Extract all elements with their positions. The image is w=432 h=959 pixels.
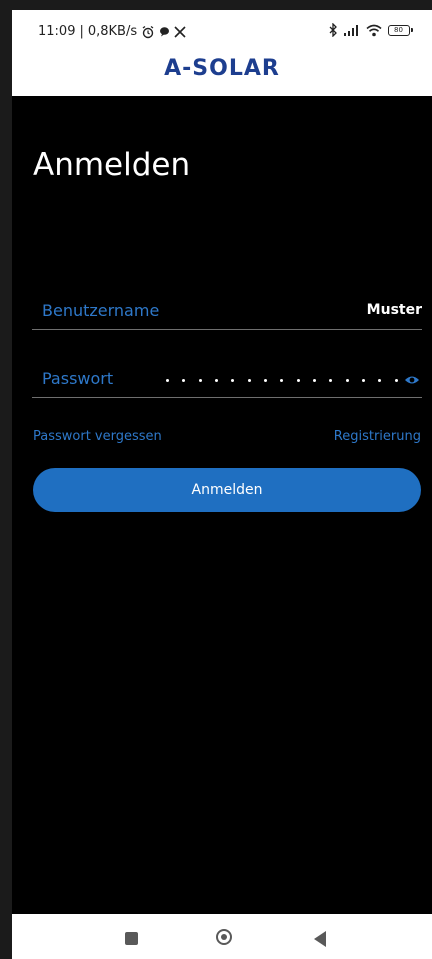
battery-level: 80 bbox=[394, 25, 403, 34]
status-separator: | bbox=[79, 24, 84, 39]
recent-apps-icon[interactable] bbox=[125, 932, 138, 945]
password-dot bbox=[231, 378, 235, 382]
system-nav-bar bbox=[12, 914, 432, 959]
back-icon[interactable] bbox=[314, 931, 326, 947]
brand-logo: A-SOLAR bbox=[164, 56, 280, 81]
password-dot bbox=[378, 378, 382, 382]
status-speed: 0,8KB/s bbox=[87, 24, 138, 39]
status-time: 11:09 bbox=[38, 24, 76, 39]
password-dot bbox=[394, 378, 398, 382]
wifi-icon bbox=[366, 24, 382, 36]
password-dot bbox=[313, 378, 317, 382]
password-dot bbox=[362, 378, 366, 382]
forgot-password-link[interactable]: Passwort vergessen bbox=[33, 429, 162, 444]
username-field[interactable]: Benutzername Muster bbox=[32, 285, 422, 330]
password-dot bbox=[329, 378, 333, 382]
password-dot bbox=[182, 378, 186, 382]
bluetooth-icon bbox=[329, 23, 337, 37]
battery-icon: 80 bbox=[388, 24, 413, 36]
password-dots[interactable] bbox=[166, 375, 398, 385]
password-dot bbox=[198, 378, 202, 382]
username-label: Benutzername bbox=[42, 301, 160, 320]
status-right: 80 bbox=[329, 23, 413, 37]
page-title: Anmelden bbox=[33, 147, 191, 183]
status-bar: 11:09 | 0,8KB/s 80 bbox=[12, 10, 432, 50]
password-dot bbox=[280, 378, 284, 382]
username-value[interactable]: Muster bbox=[367, 302, 422, 318]
app-screen: 11:09 | 0,8KB/s 80 A-SOLAR Anmelden Benu… bbox=[12, 10, 432, 959]
password-dot bbox=[215, 378, 219, 382]
chat-icon bbox=[160, 27, 170, 37]
password-dot bbox=[247, 378, 251, 382]
home-icon[interactable] bbox=[216, 929, 232, 945]
x-icon bbox=[174, 25, 186, 38]
alarm-icon bbox=[142, 25, 154, 38]
top-header: 11:09 | 0,8KB/s 80 A-SOLAR bbox=[12, 10, 432, 96]
password-dot bbox=[296, 378, 300, 382]
eye-icon[interactable] bbox=[404, 374, 420, 386]
password-field[interactable]: Passwort bbox=[32, 353, 422, 398]
password-label: Passwort bbox=[42, 369, 114, 388]
password-dot bbox=[264, 378, 268, 382]
password-dot bbox=[166, 378, 169, 382]
status-left: 11:09 | 0,8KB/s bbox=[38, 24, 186, 39]
login-button[interactable]: Anmelden bbox=[33, 468, 421, 512]
password-dot bbox=[345, 378, 349, 382]
signal-icon bbox=[344, 25, 358, 36]
register-link[interactable]: Registrierung bbox=[334, 429, 421, 444]
